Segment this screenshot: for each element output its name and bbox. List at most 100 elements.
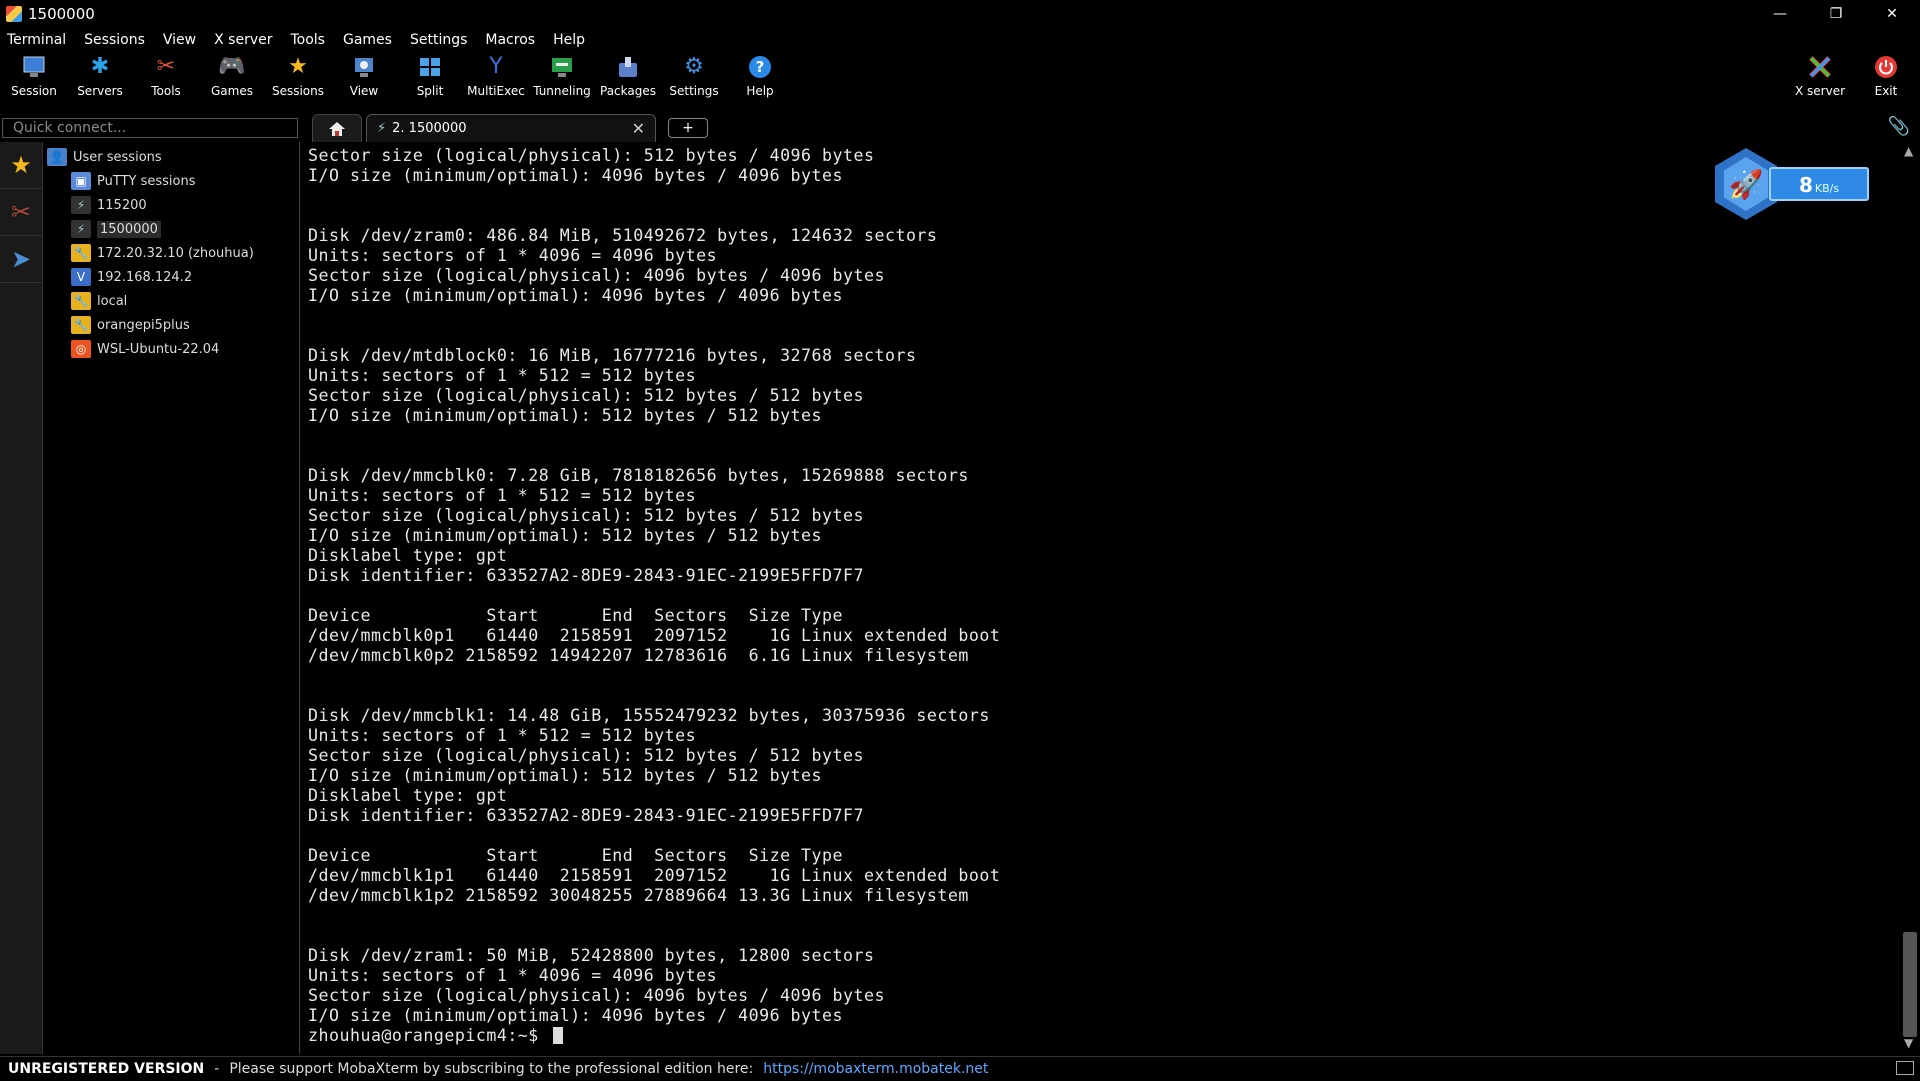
- quick-connect-input[interactable]: [2, 118, 298, 138]
- xserver-button[interactable]: X server: [1788, 54, 1852, 104]
- svg-text:?: ?: [756, 58, 765, 76]
- ssh-key-icon: 🔧: [71, 316, 91, 334]
- settings-button[interactable]: ⚙ Settings: [662, 54, 726, 104]
- terminal-line: /dev/mmcblk0p1 61440 2158591 2097152 1G …: [308, 626, 1001, 645]
- tree-session-wsl-ubuntu[interactable]: ◎ WSL-Ubuntu-22.04: [71, 338, 219, 360]
- games-button[interactable]: 🎮 Games: [200, 54, 264, 104]
- packages-button[interactable]: Packages: [596, 54, 660, 104]
- restore-button[interactable]: ❐: [1808, 0, 1864, 28]
- menu-bar: Terminal Sessions View X server Tools Ga…: [0, 28, 1920, 52]
- status-bar: UNREGISTERED VERSION - Please support Mo…: [0, 1056, 1920, 1081]
- terminal-scrollbar[interactable]: ▲ ▼: [1900, 142, 1920, 1054]
- session-tree: 👤 User sessions ▣ PuTTY sessions ⚡ 11520…: [43, 142, 300, 1054]
- speed-unit: KB/s: [1814, 182, 1840, 195]
- terminal-line: I/O size (minimum/optimal): 512 bytes / …: [308, 526, 823, 545]
- terminal-cursor: [553, 1027, 564, 1044]
- paper-plane-icon: ➤: [10, 245, 32, 273]
- tab-session-1500000[interactable]: ⚡ 2. 1500000 ✕: [366, 114, 656, 142]
- menu-settings[interactable]: Settings: [403, 32, 478, 48]
- terminal-line: Disk /dev/mtdblock0: 16 MiB, 16777216 by…: [308, 346, 917, 365]
- scroll-thumb[interactable]: [1903, 932, 1917, 1037]
- menu-tools[interactable]: Tools: [283, 32, 336, 48]
- star-icon: ★: [10, 151, 32, 179]
- serial-plug-icon: ⚡: [377, 121, 387, 136]
- menu-sessions[interactable]: Sessions: [77, 32, 156, 48]
- network-speed-widget: 🚀 8 KB/s: [1715, 148, 1871, 224]
- menu-macros[interactable]: Macros: [478, 32, 546, 48]
- terminal-line: Sector size (logical/physical): 4096 byt…: [308, 986, 885, 1005]
- tree-session-orangepi5plus[interactable]: 🔧 orangepi5plus: [71, 314, 190, 336]
- dock-tools-button[interactable]: ✂: [0, 189, 42, 236]
- scroll-down-arrow-icon[interactable]: ▼: [1904, 1036, 1913, 1050]
- window-icon[interactable]: [1896, 1061, 1914, 1075]
- terminal-line: Units: sectors of 1 * 512 = 512 bytes: [308, 486, 697, 505]
- servers-button[interactable]: ✱ Servers: [68, 54, 132, 104]
- terminal-line: Disk identifier: 633527A2-8DE9-2843-91EC…: [308, 566, 864, 585]
- menu-xserver[interactable]: X server: [207, 32, 283, 48]
- minimize-button[interactable]: —: [1752, 0, 1808, 28]
- terminal-output[interactable]: Sector size (logical/physical): 512 byte…: [300, 142, 1898, 1054]
- toolbar: Session ✱ Servers ✂ Tools 🎮 Games ★ Sess…: [0, 52, 1920, 106]
- serial-plug-icon: ⚡: [71, 220, 91, 238]
- gear-icon: ⚙: [684, 54, 704, 79]
- dock-macros-button[interactable]: ➤: [0, 236, 42, 283]
- close-button[interactable]: ✕: [1864, 0, 1920, 28]
- terminal-line: I/O size (minimum/optimal): 512 bytes / …: [308, 406, 823, 425]
- power-icon: [1873, 54, 1899, 80]
- terminal-line: Sector size (logical/physical): 512 byte…: [308, 746, 864, 765]
- terminal-line: /dev/mmcblk1p2 2158592 30048255 27889664…: [308, 886, 969, 905]
- tree-putty-sessions[interactable]: ▣ PuTTY sessions: [71, 170, 195, 192]
- ssh-key-icon: 🔧: [71, 244, 91, 262]
- split-button[interactable]: Split: [398, 54, 462, 104]
- view-button[interactable]: View: [332, 54, 396, 104]
- terminal-line: Units: sectors of 1 * 512 = 512 bytes: [308, 726, 697, 745]
- terminal-line: Disklabel type: gpt: [308, 786, 508, 805]
- terminal-line: I/O size (minimum/optimal): 4096 bytes /…: [308, 1006, 844, 1025]
- terminal-line: Sector size (logical/physical): 4096 byt…: [308, 266, 885, 285]
- terminal-line: Units: sectors of 1 * 512 = 512 bytes: [308, 366, 697, 385]
- putty-icon: ▣: [71, 172, 91, 190]
- mobaxterm-link[interactable]: https://mobaxterm.mobatek.net: [763, 1061, 988, 1077]
- dock-sessions-button[interactable]: ★: [0, 142, 42, 189]
- scroll-up-arrow-icon[interactable]: ▲: [1904, 144, 1913, 158]
- help-button[interactable]: ? Help: [728, 54, 792, 104]
- speed-value: 8: [1798, 173, 1813, 197]
- paperclip-icon[interactable]: 📎: [1888, 116, 1910, 137]
- servers-icon: ✱: [90, 54, 110, 79]
- terminal-line: Sector size (logical/physical): 512 byte…: [308, 386, 864, 405]
- speed-readout: 8 KB/s: [1769, 167, 1869, 201]
- tree-session-115200[interactable]: ⚡ 115200: [71, 194, 147, 216]
- tab-session-label: 2. 1500000: [392, 121, 467, 136]
- help-icon: ?: [747, 54, 773, 80]
- status-separator: -: [214, 1061, 220, 1077]
- tree-session-192-168-124-2[interactable]: V 192.168.124.2: [71, 266, 192, 288]
- menu-view[interactable]: View: [156, 32, 207, 48]
- multiexec-button[interactable]: Y MultiExec: [464, 54, 528, 104]
- tools-icon: ✂: [156, 54, 176, 79]
- title-bar: 1500000 — ❐ ✕: [0, 0, 1920, 28]
- terminal-line: I/O size (minimum/optimal): 512 bytes / …: [308, 766, 823, 785]
- tools-button[interactable]: ✂ Tools: [134, 54, 198, 104]
- menu-help[interactable]: Help: [546, 32, 596, 48]
- terminal-line: Sector size (logical/physical): 512 byte…: [308, 506, 864, 525]
- serial-plug-icon: ⚡: [71, 196, 91, 214]
- tree-user-sessions[interactable]: 👤 User sessions: [47, 146, 162, 168]
- exit-button[interactable]: Exit: [1854, 54, 1918, 104]
- terminal-line: I/O size (minimum/optimal): 4096 bytes /…: [308, 286, 844, 305]
- home-icon: [329, 122, 345, 136]
- menu-terminal[interactable]: Terminal: [0, 32, 77, 48]
- terminal-line: /dev/mmcblk1p1 61440 2158591 2097152 1G …: [308, 866, 1001, 885]
- new-tab-button[interactable]: +: [668, 118, 708, 138]
- terminal-line: Disk /dev/zram0: 486.84 MiB, 510492672 b…: [308, 226, 938, 245]
- tunneling-button[interactable]: Tunneling: [530, 54, 594, 104]
- window-title: 1500000: [28, 5, 95, 23]
- menu-games[interactable]: Games: [336, 32, 403, 48]
- terminal-line: Device Start End Sectors Size Type: [308, 606, 844, 625]
- tab-close-button[interactable]: ✕: [632, 119, 645, 138]
- tab-home[interactable]: [312, 114, 362, 143]
- session-button[interactable]: Session: [2, 54, 66, 104]
- tree-session-1500000[interactable]: ⚡ 1500000: [71, 218, 161, 240]
- sessions-button[interactable]: ★ Sessions: [266, 54, 330, 104]
- tree-session-172-20-32-10[interactable]: 🔧 172.20.32.10 (zhouhua): [71, 242, 254, 264]
- tree-session-local[interactable]: 🔧 local: [71, 290, 127, 312]
